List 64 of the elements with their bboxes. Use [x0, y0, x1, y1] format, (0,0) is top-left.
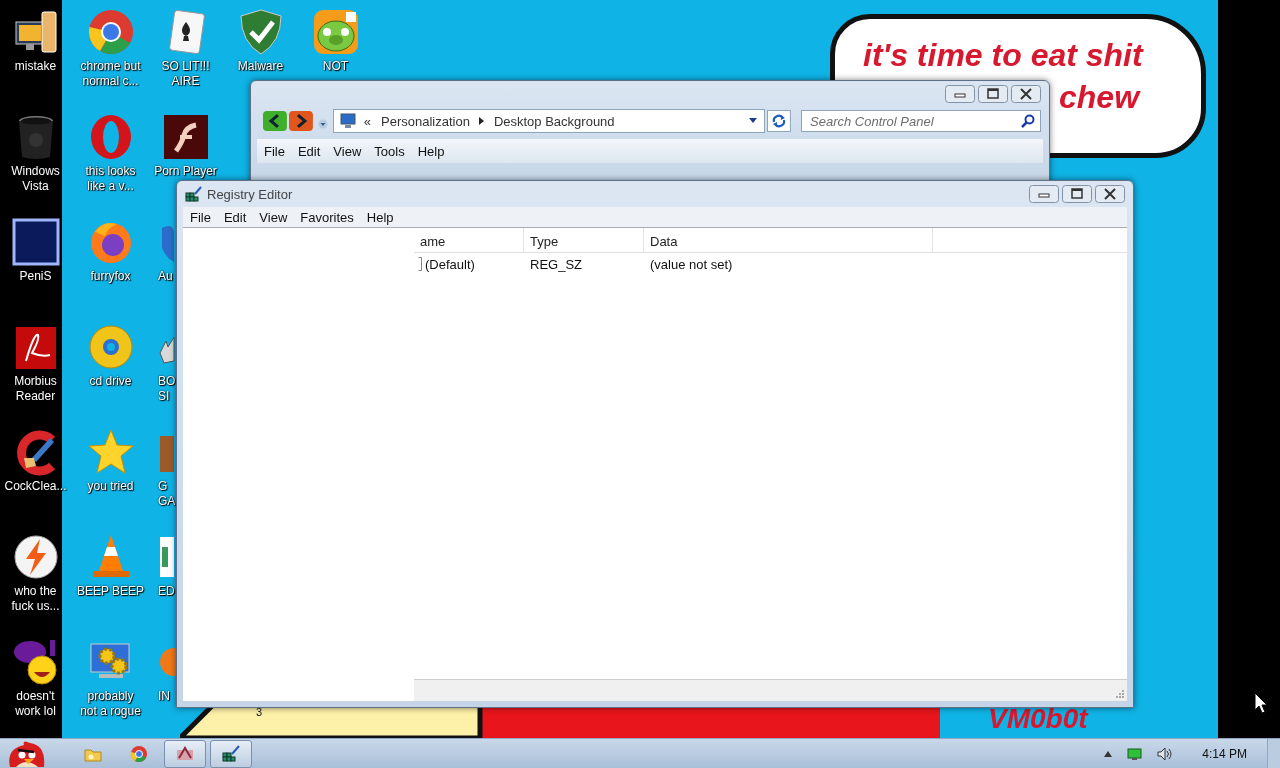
browser-icon — [129, 743, 149, 764]
signature-text: VM0b0t — [988, 702, 1088, 736]
menu-item[interactable]: File — [261, 141, 293, 161]
back-button[interactable] — [263, 111, 287, 131]
wallpaper-text: 3 — [256, 706, 263, 718]
mouse-pointer-icon — [1254, 692, 1268, 714]
square-app-icon[interactable] — [11, 218, 60, 266]
close-button[interactable] — [1011, 85, 1041, 103]
menu-item[interactable]: Edit — [294, 141, 329, 161]
menu-item[interactable]: File — [187, 207, 219, 227]
window-title: Registry Editor — [207, 186, 293, 202]
icon-label[interactable]: mistake — [14, 59, 57, 74]
menu-item[interactable]: Edit — [220, 207, 255, 227]
breadcrumb-item[interactable]: Personalization — [381, 113, 470, 129]
icon-label[interactable]: doesn't work lol — [15, 689, 56, 719]
column-header[interactable]: Data — [644, 228, 933, 252]
history-dropdown-icon[interactable] — [317, 119, 328, 129]
face-icon[interactable] — [311, 8, 360, 56]
menu-item[interactable]: Help — [414, 141, 453, 161]
speech-text: it's time to eat shit — [863, 37, 1143, 73]
clock[interactable]: 4:14 PM — [1202, 746, 1247, 761]
address-bar[interactable]: « Personalization Desktop Background — [332, 109, 766, 133]
taskbar-button[interactable] — [164, 739, 206, 768]
menu-item[interactable]: Help — [363, 207, 402, 227]
browser-icon[interactable] — [86, 8, 135, 56]
column-header[interactable]: ame — [414, 228, 524, 252]
network-icon[interactable] — [1127, 746, 1144, 761]
menu-item[interactable]: View — [256, 207, 296, 227]
menu-item[interactable]: Favorites — [297, 207, 362, 227]
smiley-icon[interactable] — [11, 638, 60, 686]
icon-label[interactable]: PeniS — [19, 269, 52, 284]
resize-grip-icon[interactable] — [1115, 689, 1125, 699]
icon-label[interactable]: Morbius Reader — [14, 374, 57, 404]
maximize-button[interactable] — [1062, 185, 1092, 203]
icon-label[interactable]: Windows Vista — [11, 164, 60, 194]
icon-label[interactable]: who the fuck us... — [11, 584, 60, 614]
caret-icon[interactable] — [748, 117, 759, 125]
disc-icon[interactable] — [86, 323, 135, 371]
speaker-icon[interactable] — [1157, 746, 1174, 761]
breadcrumb-item[interactable]: Desktop Background — [493, 113, 615, 129]
column-header[interactable]: Type — [524, 228, 644, 252]
breadcrumb-arrow-icon[interactable] — [477, 116, 486, 126]
monitor-icon — [339, 113, 356, 129]
table-cell: (Default) — [425, 256, 475, 272]
table-cell: (value not set) — [650, 256, 733, 272]
forward-button[interactable] — [288, 111, 313, 131]
registry-icon — [221, 743, 241, 764]
breadcrumb-overflow[interactable]: « — [363, 113, 371, 129]
star-icon[interactable] — [86, 428, 135, 476]
search-field[interactable]: Search Control Panel — [801, 110, 1041, 132]
close-button[interactable] — [1095, 185, 1125, 203]
up-arrow-icon[interactable] — [1103, 749, 1114, 758]
taskbar-button[interactable] — [210, 739, 252, 768]
square-app-icon[interactable] — [161, 113, 210, 161]
value-icon — [418, 257, 422, 271]
registry-icon — [185, 186, 203, 202]
lightning-icon[interactable] — [11, 533, 60, 581]
menu-item[interactable]: Tools — [371, 141, 413, 161]
maximize-button[interactable] — [978, 85, 1008, 103]
speech-text: chew — [1059, 79, 1140, 115]
refresh-button[interactable] — [767, 110, 791, 132]
table-cell: REG_SZ — [530, 256, 582, 272]
menu-item[interactable]: View — [330, 141, 370, 161]
search-icon[interactable] — [1021, 114, 1035, 128]
